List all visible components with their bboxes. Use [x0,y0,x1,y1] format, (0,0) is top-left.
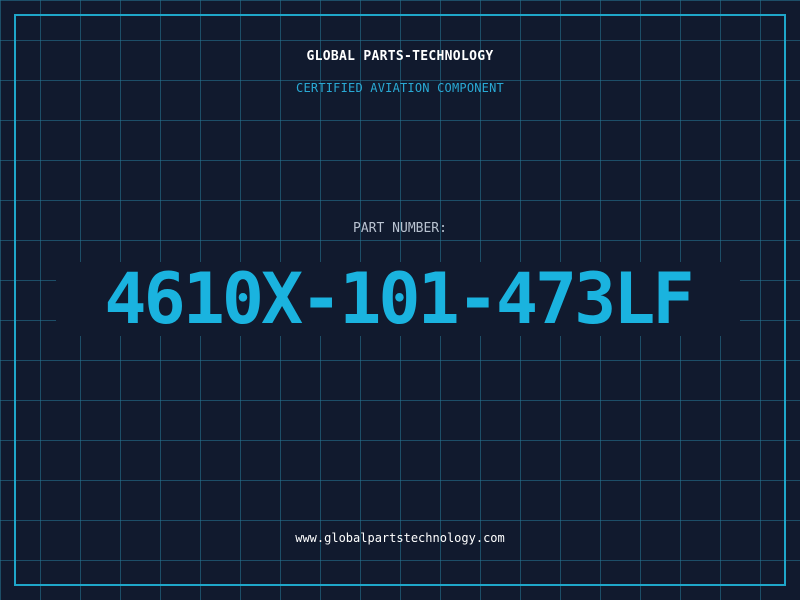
company-name: GLOBAL PARTS-TECHNOLOGY [306,49,494,64]
part-number-label: PART NUMBER: [353,221,447,236]
certification-tagline: CERTIFIED AVIATION COMPONENT [296,81,504,95]
website-url: www.globalpartstechnology.com [295,531,505,545]
part-number-value: 4610X-101-473LF [104,258,694,340]
